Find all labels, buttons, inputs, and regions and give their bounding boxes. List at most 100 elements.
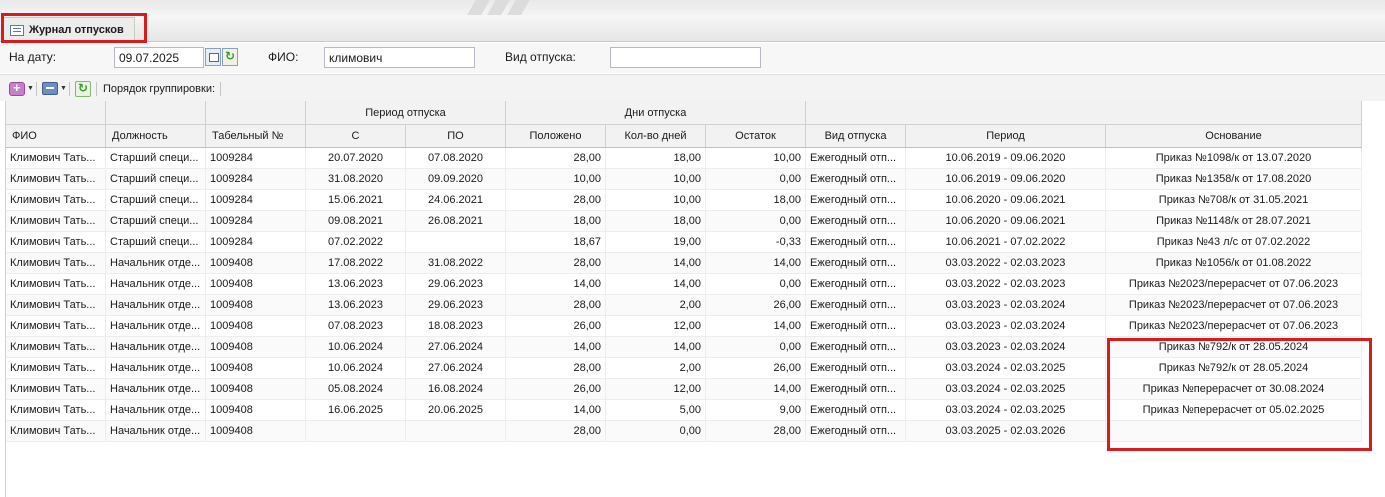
cell-basis: Приказ №1148/к от 28.07.2021 [1106,211,1362,232]
cell-basis: Приказ №2023/перерасчет от 07.06.2023 [1106,295,1362,316]
table-row[interactable]: Климович Тать... Старший специ... 1009284 0… [6,211,1362,232]
header-col-entitled[interactable]: Положено [506,125,606,147]
cell-entitled: 28,00 [506,190,606,211]
cell-vacation-type: Ежегодный отп... [806,190,906,211]
cell-tabnum: 1009408 [206,379,306,400]
print-button[interactable]: ▼ [42,80,67,97]
cell-days-count: 12,00 [606,379,706,400]
header-col-days-count[interactable]: Кол-во дней [606,125,706,147]
cell-fio: Климович Тать... [6,379,106,400]
cell-basis [1106,421,1362,442]
header-col-fio[interactable]: ФИО [6,125,106,147]
cell-tabnum: 1009284 [206,232,306,253]
table-row[interactable]: Климович Тать... Старший специ... 1009284 0… [6,232,1362,253]
table-row[interactable]: Климович Тать... Старший специ... 1009284 2… [6,148,1362,169]
group-header-period: Период отпуска [306,101,506,124]
cell-remaining: 14,00 [706,316,806,337]
cell-fio: Климович Тать... [6,421,106,442]
cell-from: 13.06.2023 [306,295,406,316]
cell-remaining: 14,00 [706,379,806,400]
header-col-vacation-type[interactable]: Вид отпуска [806,125,906,147]
cell-position: Начальник отде... [106,379,206,400]
cell-from: 10.06.2024 [306,337,406,358]
cell-from: 07.02.2022 [306,232,406,253]
cell-period: 03.03.2025 - 02.03.2026 [906,421,1106,442]
cell-to: 29.06.2023 [406,274,506,295]
cell-tabnum: 1009408 [206,337,306,358]
cell-basis: Приказ №1056/к от 01.08.2022 [1106,253,1362,274]
table-row[interactable]: Климович Тать... Начальник отде... 1009408… [6,337,1362,358]
cell-entitled: 14,00 [506,337,606,358]
refresh-date-icon[interactable] [222,48,238,66]
table-row[interactable]: Климович Тать... Начальник отде... 1009408… [6,253,1362,274]
header-col-to[interactable]: ПО [406,125,506,147]
header-col-period[interactable]: Период [906,125,1106,147]
table-row[interactable]: Климович Тать... Старший специ... 1009284 3… [6,169,1362,190]
cell-position: Начальник отде... [106,421,206,442]
cell-to: 09.09.2020 [406,169,506,190]
grid-scroll-area[interactable] [1362,101,1385,497]
cell-vacation-type: Ежегодный отп... [806,358,906,379]
cell-from: 09.08.2021 [306,211,406,232]
cell-to: 20.06.2025 [406,400,506,421]
table-row[interactable]: Климович Тать... Начальник отде... 1009408… [6,421,1362,442]
cell-entitled: 26,00 [506,316,606,337]
cell-period: 03.03.2023 - 02.03.2024 [906,337,1106,358]
cell-tabnum: 1009284 [206,211,306,232]
cell-remaining: 0,00 [706,211,806,232]
table-row[interactable]: Климович Тать... Начальник отде... 1009408… [6,358,1362,379]
toolbar-divider [220,82,221,96]
cell-position: Начальник отде... [106,337,206,358]
cell-vacation-type: Ежегодный отп... [806,337,906,358]
calendar-icon[interactable] [205,48,221,66]
add-button[interactable]: ▼ [9,80,34,97]
table-row[interactable]: Климович Тать... Начальник отде... 1009408… [6,379,1362,400]
cell-entitled: 26,00 [506,379,606,400]
cell-position: Старший специ... [106,211,206,232]
cell-basis: Приказ №2023/перерасчет от 07.06.2023 [1106,274,1362,295]
cell-vacation-type: Ежегодный отп... [806,421,906,442]
toolbar-divider [36,82,37,96]
cell-tabnum: 1009284 [206,148,306,169]
cell-period: 03.03.2022 - 02.03.2023 [906,274,1106,295]
cell-fio: Климович Тать... [6,211,106,232]
header-col-from[interactable]: С [306,125,406,147]
table-row[interactable]: Климович Тать... Начальник отде... 1009408… [6,400,1362,421]
cell-position: Начальник отде... [106,400,206,421]
tab-vacation-journal[interactable]: Журнал отпусков [3,17,135,42]
cell-from [306,421,406,442]
table-row[interactable]: Климович Тать... Начальник отде... 1009408… [6,274,1362,295]
table-row[interactable]: Климович Тать... Старший специ... 1009284 1… [6,190,1362,211]
header-col-remaining[interactable]: Остаток [706,125,806,147]
cell-entitled: 28,00 [506,148,606,169]
cell-to: 29.06.2023 [406,295,506,316]
date-input[interactable] [114,47,204,68]
header-col-tabnum[interactable]: Табельный № [206,125,306,147]
cell-remaining: 26,00 [706,358,806,379]
vacation-type-input[interactable] [610,47,761,68]
cell-days-count: 14,00 [606,274,706,295]
cell-vacation-type: Ежегодный отп... [806,253,906,274]
cell-remaining: 0,00 [706,337,806,358]
table-row[interactable]: Климович Тать... Начальник отде... 1009408… [6,295,1362,316]
cell-entitled: 14,00 [506,274,606,295]
cell-to: 18.08.2023 [406,316,506,337]
cell-to: 16.08.2024 [406,379,506,400]
journal-icon [10,24,24,36]
cell-fio: Климович Тать... [6,253,106,274]
dropdown-arrow-icon: ▼ [60,85,67,92]
cell-basis: Приказ №1098/к от 13.07.2020 [1106,148,1362,169]
header-col-basis[interactable]: Основание [1106,125,1362,147]
cell-period: 03.03.2022 - 02.03.2023 [906,253,1106,274]
cell-days-count: 18,00 [606,148,706,169]
header-col-position[interactable]: Должность [106,125,206,147]
cell-basis: Приказ №перерасчет от 30.08.2024 [1106,379,1362,400]
cell-fio: Климович Тать... [6,232,106,253]
toolbar-divider [69,82,70,96]
refresh-button[interactable] [75,80,91,97]
fio-input[interactable] [324,47,475,68]
cell-days-count: 19,00 [606,232,706,253]
table-row[interactable]: Климович Тать... Начальник отде... 1009408… [6,316,1362,337]
cell-position: Начальник отде... [106,316,206,337]
cell-from: 16.06.2025 [306,400,406,421]
